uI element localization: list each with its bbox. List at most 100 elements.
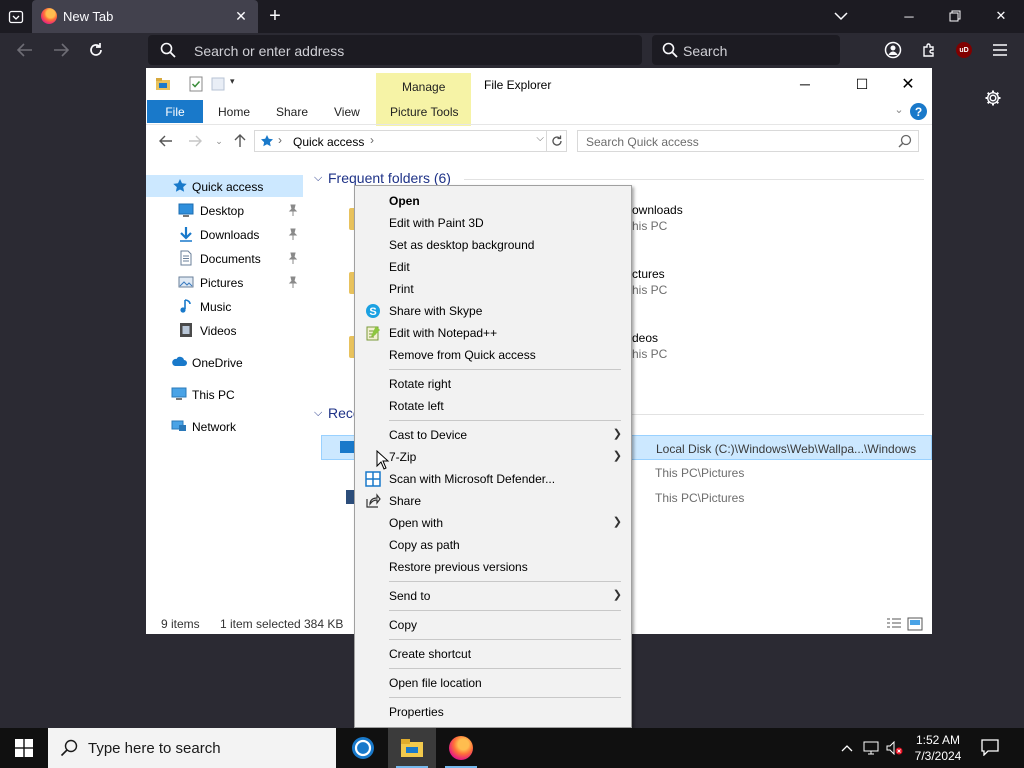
- nav-label: This PC: [192, 388, 235, 402]
- menu-item-edit-with-paint-3d[interactable]: Edit with Paint 3D: [355, 212, 631, 234]
- collapse-group-icon[interactable]: ⌵: [314, 407, 322, 420]
- help-button[interactable]: ?: [910, 103, 928, 121]
- forward-button[interactable]: [50, 39, 72, 61]
- account-button[interactable]: [882, 39, 904, 61]
- volume-tray-button[interactable]: [886, 738, 904, 758]
- nav-item-documents[interactable]: Documents: [146, 247, 303, 269]
- taskbar-file-explorer[interactable]: [388, 728, 436, 768]
- menu-item-copy-as-path[interactable]: Copy as path: [355, 534, 631, 556]
- app-menu-button[interactable]: [989, 39, 1011, 61]
- address-bar[interactable]: › Quick access › ⌵: [254, 130, 547, 152]
- nav-item-music[interactable]: Music: [146, 295, 303, 317]
- menu-item-send-to[interactable]: Send to ❯: [355, 585, 631, 607]
- nav-item-videos[interactable]: Videos: [146, 319, 303, 341]
- up-button[interactable]: [231, 132, 249, 150]
- frequent-folders-header[interactable]: Frequent folders (6): [328, 170, 451, 186]
- tab-list-button[interactable]: [6, 7, 26, 27]
- properties-qat-icon[interactable]: [188, 76, 204, 92]
- taskbar-cortana[interactable]: [339, 728, 387, 768]
- browser-search-bar[interactable]: Search: [652, 35, 840, 65]
- reload-button[interactable]: [85, 39, 107, 61]
- recent-locations-button[interactable]: ⌄: [210, 132, 228, 150]
- start-button[interactable]: [0, 728, 48, 768]
- back-button[interactable]: [14, 39, 36, 61]
- newtab-settings-button[interactable]: [982, 87, 1004, 109]
- list-all-tabs-button[interactable]: [826, 5, 856, 27]
- new-folder-qat-icon[interactable]: [210, 76, 226, 92]
- ublock-icon: uD: [956, 42, 972, 58]
- ribbon-tab-share[interactable]: Share: [276, 105, 308, 119]
- menu-item-scan-with-defender[interactable]: Scan with Microsoft Defender...: [355, 468, 631, 490]
- explorer-close-button[interactable]: ✕: [889, 72, 927, 96]
- browser-tab[interactable]: New Tab ✕: [32, 0, 258, 33]
- menu-item-print[interactable]: Print: [355, 278, 631, 300]
- nav-item-quick-access[interactable]: Quick access: [146, 175, 303, 197]
- explorer-back-button[interactable]: [157, 132, 175, 150]
- menu-item-share-with-skype[interactable]: S Share with Skype: [355, 300, 631, 322]
- minimize-button[interactable]: ─: [894, 5, 924, 27]
- new-tab-button[interactable]: +: [264, 5, 286, 27]
- menu-item-set-as-desktop-background[interactable]: Set as desktop background: [355, 234, 631, 256]
- menu-item-edit-with-notepadpp[interactable]: Edit with Notepad++: [355, 322, 631, 344]
- explorer-maximize-button[interactable]: ☐: [843, 72, 881, 96]
- menu-item-cast-to-device[interactable]: Cast to Device ❯: [355, 424, 631, 446]
- ribbon-tab-picture-tools[interactable]: Picture Tools: [390, 105, 458, 119]
- menu-item-remove-from-quick-access[interactable]: Remove from Quick access: [355, 344, 631, 366]
- explorer-search-box[interactable]: Search Quick access: [577, 130, 919, 152]
- menu-item-rotate-right[interactable]: Rotate right: [355, 373, 631, 395]
- tile-location: his PC: [632, 347, 668, 361]
- menu-item-rotate-left[interactable]: Rotate left: [355, 395, 631, 417]
- notification-center-button[interactable]: [980, 738, 1002, 758]
- collapse-group-icon[interactable]: ⌵: [314, 172, 322, 185]
- restore-button[interactable]: [940, 5, 970, 27]
- explorer-search-placeholder: Search Quick access: [586, 135, 699, 149]
- menu-item-create-shortcut[interactable]: Create shortcut: [355, 643, 631, 665]
- details-view-icon[interactable]: [886, 617, 902, 631]
- menu-item-edit[interactable]: Edit: [355, 256, 631, 278]
- ublock-button[interactable]: uD: [953, 39, 975, 61]
- taskbar-search-box[interactable]: Type here to search: [48, 728, 336, 768]
- menu-item-7-zip[interactable]: 7-Zip ❯: [355, 446, 631, 468]
- ribbon-tab-home[interactable]: Home: [218, 105, 250, 119]
- network-tray-button[interactable]: [862, 738, 880, 758]
- taskbar-firefox[interactable]: [437, 728, 485, 768]
- menu-item-open[interactable]: Open: [355, 190, 631, 212]
- star-icon: [173, 179, 187, 192]
- nav-item-pictures[interactable]: Pictures: [146, 271, 303, 293]
- nav-item-this-pc[interactable]: This PC: [146, 383, 303, 405]
- expand-ribbon-icon[interactable]: ⌄: [890, 103, 908, 121]
- taskbar-clock[interactable]: 1:52 AM 7/3/2024: [906, 732, 970, 764]
- explorer-minimize-button[interactable]: ─: [786, 72, 824, 96]
- large-icons-view-icon[interactable]: [907, 617, 923, 631]
- breadcrumb-separator[interactable]: ›: [278, 133, 282, 147]
- address-dropdown-icon[interactable]: ⌵: [536, 133, 544, 144]
- nav-item-downloads[interactable]: Downloads: [146, 223, 303, 245]
- url-bar[interactable]: Search or enter address: [148, 35, 642, 65]
- submenu-arrow-icon: ❯: [612, 589, 622, 601]
- menu-item-share[interactable]: Share: [355, 490, 631, 512]
- nav-item-desktop[interactable]: Desktop: [146, 199, 303, 221]
- breadcrumb-quick-access[interactable]: Quick access: [293, 135, 364, 149]
- extensions-button[interactable]: [918, 39, 940, 61]
- restore-icon: [949, 10, 961, 22]
- close-tab-icon[interactable]: ✕: [232, 7, 250, 25]
- breadcrumb-separator[interactable]: ›: [370, 133, 374, 147]
- ribbon-tab-view[interactable]: View: [334, 105, 360, 119]
- ribbon-tab-file[interactable]: File: [147, 100, 203, 123]
- menu-item-copy[interactable]: Copy: [355, 614, 631, 636]
- menu-item-open-file-location[interactable]: Open file location: [355, 672, 631, 694]
- tile-name[interactable]: ownloads: [632, 203, 683, 217]
- show-hidden-icons-button[interactable]: [838, 738, 856, 758]
- nav-item-network[interactable]: Network: [146, 415, 303, 437]
- refresh-icon: [551, 135, 562, 146]
- nav-item-onedrive[interactable]: OneDrive: [146, 351, 303, 373]
- menu-item-restore-previous-versions[interactable]: Restore previous versions: [355, 556, 631, 578]
- customize-qat-icon[interactable]: ▾: [230, 76, 246, 92]
- tile-name[interactable]: ctures: [632, 267, 665, 281]
- explorer-forward-button[interactable]: [186, 132, 204, 150]
- menu-item-properties[interactable]: Properties: [355, 701, 631, 723]
- tile-name[interactable]: deos: [632, 331, 658, 345]
- refresh-button[interactable]: [547, 130, 567, 152]
- menu-item-open-with[interactable]: Open with ❯: [355, 512, 631, 534]
- close-window-button[interactable]: ✕: [986, 5, 1016, 27]
